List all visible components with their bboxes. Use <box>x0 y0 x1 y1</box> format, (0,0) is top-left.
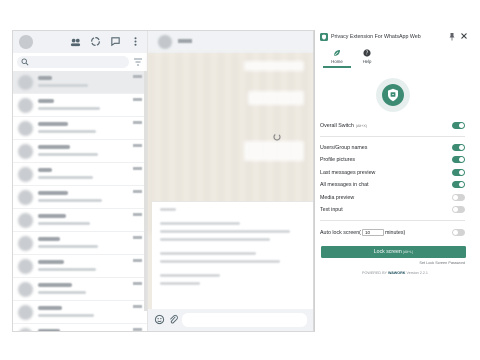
option-label: Text input <box>320 207 343 213</box>
list-item[interactable] <box>13 186 147 209</box>
last-messages-preview-toggle[interactable] <box>452 169 465 176</box>
shield-badge <box>376 78 410 112</box>
privacy-extension-panel: Privacy Extension For WhatsApp Web Home … <box>314 30 474 332</box>
help-icon: ? <box>363 49 371 57</box>
communities-icon[interactable] <box>70 36 81 47</box>
leaf-icon <box>334 50 340 56</box>
list-item[interactable] <box>13 324 147 331</box>
chat-search-row <box>13 53 147 71</box>
compose-bar <box>148 309 313 331</box>
list-item[interactable] <box>13 94 147 117</box>
tab-home[interactable]: Home <box>323 48 351 68</box>
text-input-toggle[interactable] <box>452 206 465 213</box>
option-profile-pictures: Profile pictures <box>320 155 468 165</box>
status-icon[interactable] <box>90 36 101 47</box>
users-group-names-toggle[interactable] <box>452 144 465 151</box>
media-preview-toggle[interactable] <box>452 194 465 201</box>
chat-list-scrollbar[interactable] <box>144 71 147 311</box>
message-input[interactable] <box>182 313 307 327</box>
set-password-link[interactable]: Set Lock Screen Password <box>419 261 465 266</box>
list-item[interactable] <box>13 209 147 232</box>
message-preview-area <box>152 201 313 309</box>
divider <box>320 220 465 221</box>
option-media-preview: Media preview <box>320 193 468 203</box>
auto-lock-toggle[interactable] <box>452 229 465 236</box>
conversation-header <box>148 31 313 53</box>
filter-icon[interactable] <box>133 57 143 67</box>
chat-list <box>13 71 147 331</box>
option-all-messages-in-chat: All messages in chat <box>320 180 468 190</box>
list-item[interactable] <box>13 71 147 94</box>
tab-help-label: Help <box>362 59 372 64</box>
loading-spinner-icon <box>273 133 281 141</box>
chat-list-panel <box>13 31 148 331</box>
list-item[interactable] <box>13 163 147 186</box>
overall-switch-shortcut: (Alt+X) <box>355 124 367 128</box>
pin-icon[interactable] <box>448 32 456 41</box>
message-bubble <box>244 61 304 71</box>
overall-switch-label: Overall Switch <box>320 123 354 129</box>
contact-name[interactable] <box>178 39 192 43</box>
lock-screen-button[interactable]: Lock screen(Alt+L) <box>321 246 466 258</box>
extension-logo-icon <box>320 33 328 41</box>
overall-switch-row: Overall Switch (Alt+X) <box>320 121 468 131</box>
auto-lock-row: Auto lock screen(10 minutes) <box>320 228 468 238</box>
list-item[interactable] <box>13 278 147 301</box>
search-icon <box>21 58 29 66</box>
menu-icon[interactable] <box>130 36 141 47</box>
option-label: Last messages preview <box>320 170 376 176</box>
footer-prefix: POWERED BY <box>362 271 387 275</box>
option-users-group-names: Users/Group names <box>320 143 468 153</box>
extension-tabs: Home ? Help <box>323 48 473 68</box>
option-label: Media preview <box>320 195 355 201</box>
svg-text:?: ? <box>366 51 369 57</box>
list-item[interactable] <box>13 255 147 278</box>
footer-brand[interactable]: WAWORK <box>388 271 405 275</box>
emoji-icon[interactable] <box>154 314 165 325</box>
contact-avatar[interactable] <box>158 35 172 49</box>
list-item[interactable] <box>13 232 147 255</box>
auto-lock-label: Auto lock screen <box>320 230 360 236</box>
extension-header: Privacy Extension For WhatsApp Web <box>315 30 474 44</box>
chat-list-header <box>13 31 147 53</box>
all-messages-in-chat-toggle[interactable] <box>452 181 465 188</box>
my-avatar[interactable] <box>19 35 33 49</box>
list-item[interactable] <box>13 140 147 163</box>
whatsapp-web-window <box>12 30 314 332</box>
new-chat-icon[interactable] <box>110 36 121 47</box>
shield-icon <box>388 88 398 102</box>
auto-lock-unit: minutes) <box>384 230 406 236</box>
message-bubble <box>248 91 304 105</box>
lock-screen-label: Lock screen <box>373 249 402 255</box>
option-label: Users/Group names <box>320 145 368 151</box>
chat-search-input[interactable] <box>17 56 129 68</box>
option-label: All messages in chat <box>320 182 369 188</box>
option-text-input: Text input <box>320 205 468 215</box>
lock-screen-shortcut: (Alt+L) <box>402 250 414 254</box>
tab-home-label: Home <box>331 59 343 64</box>
divider <box>320 136 465 137</box>
list-item[interactable] <box>13 301 147 324</box>
profile-pictures-toggle[interactable] <box>452 156 465 163</box>
message-bubble <box>244 141 304 161</box>
tab-help[interactable]: ? Help <box>353 48 381 68</box>
attach-icon[interactable] <box>168 314 179 325</box>
option-label: Profile pictures <box>320 157 356 163</box>
auto-lock-minutes-input[interactable]: 10 <box>361 229 384 237</box>
overall-switch-toggle[interactable] <box>452 122 465 129</box>
close-icon[interactable] <box>460 32 468 40</box>
footer: POWERED BY WAWORK Version 2.2.1 <box>315 271 475 276</box>
list-item[interactable] <box>13 117 147 140</box>
footer-version: Version 2.2.1 <box>406 271 428 275</box>
option-last-messages-preview: Last messages preview <box>320 168 468 178</box>
extension-title: Privacy Extension For WhatsApp Web <box>331 34 421 40</box>
conversation-panel <box>148 31 313 331</box>
